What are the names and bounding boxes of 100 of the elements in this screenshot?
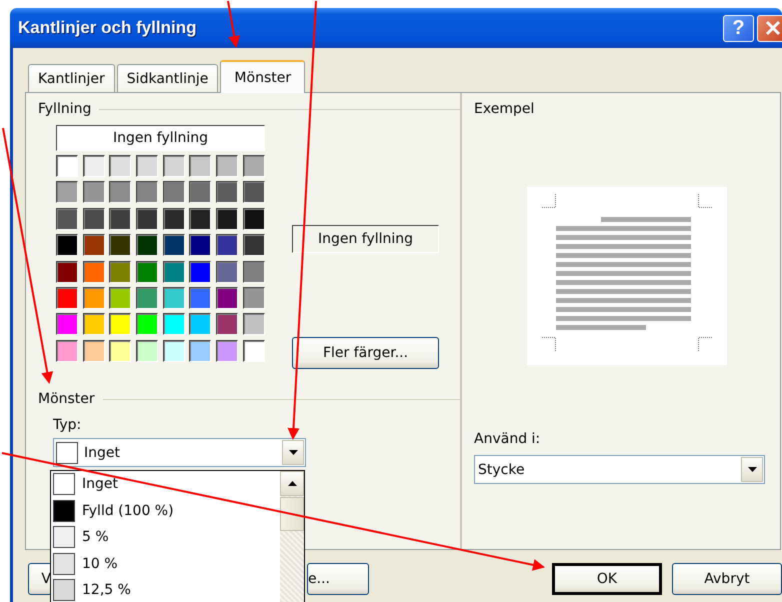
color-swatch[interactable] bbox=[242, 313, 265, 336]
dropdown-value: Stycke bbox=[477, 462, 526, 478]
color-swatch[interactable] bbox=[189, 234, 212, 256]
tab[interactable]: Sidkantlinje bbox=[116, 64, 218, 92]
color-swatch[interactable] bbox=[162, 181, 185, 204]
color-swatch[interactable] bbox=[216, 234, 238, 256]
color-swatch[interactable] bbox=[56, 155, 78, 177]
color-swatch[interactable] bbox=[136, 234, 158, 256]
list-item[interactable]: 5 % bbox=[82, 529, 109, 546]
color-swatch[interactable] bbox=[216, 340, 238, 362]
caret-icon bbox=[288, 450, 298, 455]
group-label: Mönster bbox=[38, 391, 95, 407]
dialog-button[interactable]: Avbryt bbox=[672, 563, 782, 595]
dropdown-arrow-button[interactable] bbox=[282, 440, 304, 465]
dialog-button[interactable]: e... bbox=[307, 563, 369, 595]
color-swatch[interactable] bbox=[109, 234, 132, 256]
annotation-arrow bbox=[227, 0, 240, 48]
color-swatch[interactable] bbox=[82, 340, 105, 362]
color-swatch[interactable] bbox=[109, 155, 132, 177]
group-label: Fyllning bbox=[38, 101, 92, 117]
list-item[interactable]: Inget bbox=[82, 476, 118, 492]
color-swatch[interactable] bbox=[82, 313, 105, 336]
color-swatch[interactable] bbox=[216, 181, 238, 204]
color-swatch[interactable] bbox=[82, 181, 105, 204]
color-swatch[interactable] bbox=[216, 286, 238, 309]
dialog-button[interactable]: OK bbox=[552, 563, 662, 595]
color-swatch[interactable] bbox=[136, 181, 158, 204]
color-swatch[interactable] bbox=[189, 286, 212, 309]
color-swatch[interactable] bbox=[216, 208, 238, 230]
dialog-button[interactable]: V bbox=[28, 563, 52, 595]
caret-icon bbox=[748, 467, 756, 472]
color-swatch[interactable] bbox=[109, 181, 132, 204]
color-swatch[interactable] bbox=[242, 260, 265, 283]
color-swatch[interactable] bbox=[56, 234, 78, 256]
window-title: Kantlinjer och fyllning bbox=[18, 18, 198, 38]
color-swatch[interactable] bbox=[109, 260, 132, 283]
color-swatch[interactable] bbox=[162, 155, 185, 177]
color-swatch[interactable] bbox=[109, 208, 132, 230]
color-swatch[interactable] bbox=[56, 286, 78, 309]
tab[interactable]: Mönster bbox=[220, 60, 306, 93]
color-swatch[interactable] bbox=[242, 208, 265, 230]
dropdown-arrow-button[interactable] bbox=[741, 457, 763, 482]
color-swatch[interactable] bbox=[189, 313, 212, 336]
color-swatch[interactable] bbox=[136, 155, 158, 177]
color-swatch[interactable] bbox=[242, 340, 265, 362]
field-label: Typ: bbox=[53, 417, 82, 433]
color-swatch[interactable] bbox=[162, 260, 185, 283]
list-item[interactable]: 12,5 % bbox=[82, 582, 131, 598]
fill-indicator: Ingen fyllning bbox=[292, 225, 439, 253]
color-swatch[interactable] bbox=[82, 234, 105, 256]
color-swatch[interactable] bbox=[189, 181, 212, 204]
color-swatch[interactable] bbox=[189, 260, 212, 283]
color-swatch[interactable] bbox=[56, 313, 78, 336]
field-label: Använd i: bbox=[474, 431, 542, 447]
close-button[interactable] bbox=[757, 14, 782, 42]
color-swatch[interactable] bbox=[109, 313, 132, 336]
color-swatch[interactable] bbox=[216, 260, 238, 283]
color-swatch[interactable] bbox=[109, 340, 132, 362]
color-swatch[interactable] bbox=[136, 313, 158, 336]
color-swatch[interactable] bbox=[136, 260, 158, 283]
color-swatch[interactable] bbox=[136, 286, 158, 309]
dropdown-value: Inget bbox=[84, 444, 121, 460]
color-swatch[interactable] bbox=[56, 208, 78, 230]
color-swatch[interactable] bbox=[242, 234, 265, 256]
color-swatch[interactable] bbox=[82, 260, 105, 283]
color-swatch[interactable] bbox=[162, 286, 185, 309]
no-fill-button[interactable]: Ingen fyllning bbox=[56, 125, 265, 151]
list-item[interactable]: Fylld (100 %) bbox=[82, 502, 174, 519]
color-swatch[interactable] bbox=[189, 155, 212, 177]
color-swatch[interactable] bbox=[136, 208, 158, 230]
color-swatch[interactable] bbox=[82, 155, 105, 177]
color-swatch[interactable] bbox=[162, 208, 185, 230]
color-swatch[interactable] bbox=[82, 208, 105, 230]
color-swatch[interactable] bbox=[242, 181, 265, 204]
color-swatch[interactable] bbox=[56, 181, 78, 204]
color-swatch[interactable] bbox=[242, 286, 265, 309]
color-swatch[interactable] bbox=[56, 260, 78, 283]
color-swatch[interactable] bbox=[109, 286, 132, 309]
caret-up-icon bbox=[288, 481, 296, 486]
color-swatch[interactable] bbox=[162, 340, 185, 362]
scroll-thumb[interactable] bbox=[280, 497, 304, 531]
color-swatch[interactable] bbox=[56, 340, 78, 362]
scroll-up-button[interactable] bbox=[280, 471, 304, 496]
color-swatch[interactable] bbox=[162, 313, 185, 336]
scrollbar[interactable] bbox=[280, 471, 304, 602]
color-swatch[interactable] bbox=[162, 234, 185, 256]
tab[interactable]: Kantlinjer bbox=[28, 64, 115, 92]
more-colors-button[interactable]: Fler färger... bbox=[292, 337, 439, 369]
color-swatch[interactable] bbox=[189, 340, 212, 362]
color-swatch[interactable] bbox=[216, 155, 238, 177]
color-swatch[interactable] bbox=[216, 313, 238, 336]
color-swatch[interactable] bbox=[242, 155, 265, 177]
color-swatch[interactable] bbox=[82, 286, 105, 309]
help-button[interactable]: ? bbox=[723, 14, 754, 42]
color-swatch[interactable] bbox=[136, 340, 158, 362]
pattern-dropdown[interactable]: Inget bbox=[53, 438, 306, 467]
apply-to-dropdown[interactable]: Stycke bbox=[474, 455, 765, 484]
preview-label: Exempel bbox=[474, 101, 536, 117]
list-item[interactable]: 10 % bbox=[82, 556, 118, 572]
color-swatch[interactable] bbox=[189, 208, 212, 230]
